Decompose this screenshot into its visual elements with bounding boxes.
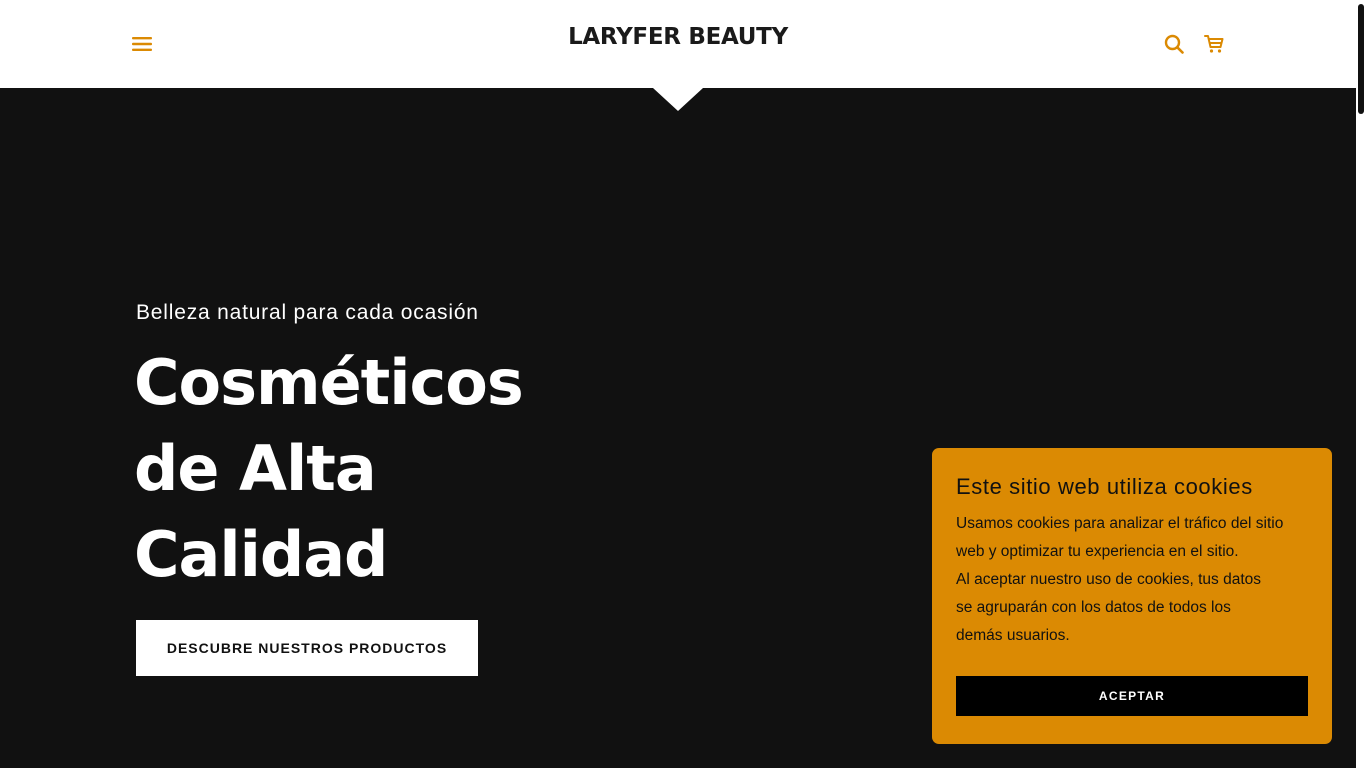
hero-title: Cosméticos de Alta Calidad	[134, 346, 524, 591]
search-icon	[1164, 34, 1184, 54]
discover-products-button[interactable]: DESCUBRE NUESTROS PRODUCTOS	[136, 620, 478, 676]
cookie-banner-title: Este sitio web utiliza cookies	[956, 474, 1253, 499]
cookie-text-line: Usamos cookies para analizar el tráfico …	[956, 515, 1284, 560]
cookie-text-line: Al aceptar nuestro uso de cookies, tus d…	[956, 571, 1262, 644]
cookie-banner: Este sitio web utiliza cookies Usamos co…	[932, 448, 1332, 744]
cart-button[interactable]	[1200, 28, 1228, 60]
accept-cookies-button[interactable]: ACEPTAR	[956, 676, 1308, 716]
hero-tagline: Belleza natural para cada ocasión	[136, 301, 479, 324]
page: LARYFER BEAUTY Belleza natural para cada…	[0, 0, 1366, 768]
header-notch	[653, 88, 703, 111]
scrollbar-thumb[interactable]	[1358, 4, 1364, 114]
site-logo[interactable]: LARYFER BEAUTY	[0, 24, 1356, 50]
cookie-banner-text: Usamos cookies para analizar el tráfico …	[956, 510, 1308, 650]
scrollbar[interactable]	[1356, 0, 1366, 768]
shopping-cart-icon	[1204, 35, 1224, 53]
search-button[interactable]	[1160, 28, 1188, 60]
site-header: LARYFER BEAUTY	[0, 0, 1356, 88]
